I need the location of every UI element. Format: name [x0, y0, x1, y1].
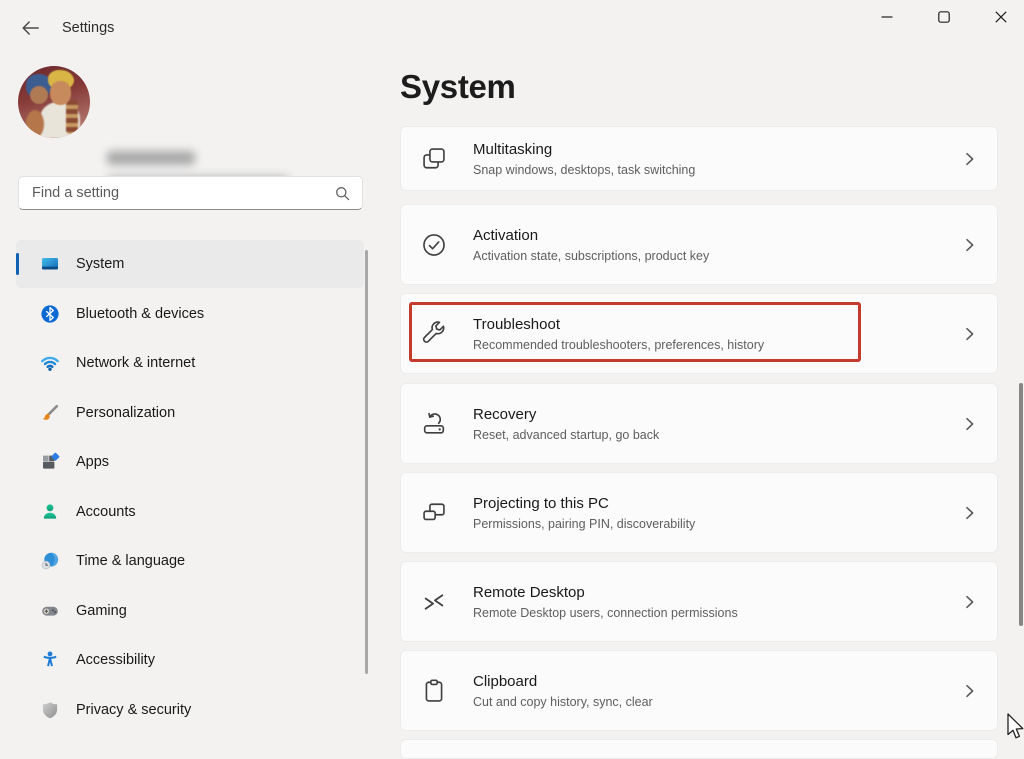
- minimize-icon: [881, 11, 893, 23]
- settings-row-text: Troubleshoot Recommended troubleshooters,…: [473, 315, 962, 353]
- sidebar-item-label: Time & language: [76, 553, 185, 569]
- settings-row-recovery[interactable]: Recovery Reset, advanced startup, go back: [400, 383, 998, 464]
- projection-icon: [420, 499, 448, 527]
- settings-row-subtitle: Reset, advanced startup, go back: [473, 427, 962, 443]
- sidebar-item-privacy-security[interactable]: Privacy & security: [16, 686, 364, 734]
- network-icon: [40, 353, 60, 373]
- settings-row-title: Activation: [473, 226, 962, 245]
- sidebar-item-gaming[interactable]: Gaming: [16, 587, 364, 635]
- sidebar-item-network-internet[interactable]: Network & internet: [16, 339, 364, 387]
- sidebar-item-time-language[interactable]: Time & language: [16, 537, 364, 585]
- time-language-icon: [40, 551, 60, 571]
- settings-row-title: Projecting to this PC: [473, 494, 962, 513]
- avatar: [18, 66, 90, 138]
- clipboard-icon: [420, 677, 448, 705]
- maximize-icon: [938, 11, 950, 23]
- settings-row-title: Troubleshoot: [473, 315, 962, 334]
- settings-row-projecting-to-this-pc[interactable]: Projecting to this PC Permissions, pairin…: [400, 472, 998, 553]
- app-title: Settings: [62, 20, 114, 36]
- sidebar-item-label: Network & internet: [76, 355, 195, 371]
- settings-row-text: Clipboard Cut and copy history, sync, cle…: [473, 672, 962, 710]
- minimize-button[interactable]: [864, 0, 910, 34]
- chevron-right-icon: [962, 151, 978, 167]
- chevron-right-icon: [962, 505, 978, 521]
- gaming-icon: [40, 601, 60, 621]
- sidebar-nav: System Bluetooth & devices Network & inter…: [16, 240, 364, 735]
- sidebar-item-label: System: [76, 256, 124, 272]
- titlebar: Settings: [0, 0, 1024, 40]
- settings-row-subtitle: Permissions, pairing PIN, discoverabilit…: [473, 516, 962, 532]
- settings-row-text: Activation Activation state, subscription…: [473, 226, 962, 264]
- settings-row-subtitle: Remote Desktop users, connection permiss…: [473, 605, 962, 621]
- settings-row-title: Recovery: [473, 405, 962, 424]
- bluetooth-icon: [40, 304, 60, 324]
- sidebar-item-system[interactable]: System: [16, 240, 364, 288]
- multitasking-icon: [420, 145, 448, 173]
- accessibility-icon: [40, 650, 60, 670]
- close-button[interactable]: [978, 0, 1024, 34]
- settings-row-text: Remote Desktop Remote Desktop users, conn…: [473, 583, 962, 621]
- settings-row-text: Recovery Reset, advanced startup, go back: [473, 405, 962, 443]
- privacy-icon: [40, 700, 60, 720]
- back-arrow-icon: [21, 20, 40, 36]
- system-icon: [40, 254, 60, 274]
- settings-row-text: Multitasking Snap windows, desktops, task…: [473, 140, 962, 178]
- chevron-right-icon: [962, 416, 978, 432]
- close-icon: [995, 11, 1007, 23]
- settings-row-multitasking[interactable]: Multitasking Snap windows, desktops, task…: [400, 126, 998, 191]
- sidebar-item-label: Privacy & security: [76, 702, 191, 718]
- settings-row-text: Projecting to this PC Permissions, pairin…: [473, 494, 962, 532]
- mouse-cursor: [1004, 712, 1024, 742]
- chevron-right-icon: [962, 237, 978, 253]
- settings-row-title: Multitasking: [473, 140, 962, 159]
- activation-icon: [420, 231, 448, 259]
- sidebar-item-label: Personalization: [76, 405, 175, 421]
- sidebar-item-bluetooth-devices[interactable]: Bluetooth & devices: [16, 290, 364, 338]
- sidebar-scrollbar[interactable]: [365, 250, 368, 674]
- main-scrollbar[interactable]: [1019, 383, 1023, 626]
- search-icon: [334, 185, 352, 203]
- selected-accent-bar: [16, 253, 19, 275]
- chevron-right-icon: [962, 326, 978, 342]
- sidebar-item-label: Gaming: [76, 603, 127, 619]
- settings-row-troubleshoot[interactable]: Troubleshoot Recommended troubleshooters,…: [400, 293, 998, 374]
- settings-row-subtitle: Recommended troubleshooters, preferences…: [473, 337, 962, 353]
- recovery-icon: [420, 410, 448, 438]
- page-title: System: [400, 68, 516, 106]
- settings-row-subtitle: Snap windows, desktops, task switching: [473, 162, 962, 178]
- sidebar-item-label: Bluetooth & devices: [76, 306, 204, 322]
- accounts-icon: [40, 502, 60, 522]
- sidebar-item-accounts[interactable]: Accounts: [16, 488, 364, 536]
- sidebar-item-apps[interactable]: Apps: [16, 438, 364, 486]
- maximize-button[interactable]: [921, 0, 967, 34]
- personalization-icon: [40, 403, 60, 423]
- remote-desktop-icon: [420, 588, 448, 616]
- sidebar-item-label: Accounts: [76, 504, 136, 520]
- settings-row-clipboard[interactable]: Clipboard Cut and copy history, sync, cle…: [400, 650, 998, 731]
- settings-row-subtitle: Cut and copy history, sync, clear: [473, 694, 962, 710]
- sidebar-item-personalization[interactable]: Personalization: [16, 389, 364, 437]
- settings-row-remote-desktop[interactable]: Remote Desktop Remote Desktop users, conn…: [400, 561, 998, 642]
- user-profile[interactable]: [18, 66, 358, 142]
- sidebar-item-label: Accessibility: [76, 652, 155, 668]
- search-input[interactable]: [19, 177, 362, 209]
- user-name-redacted: [107, 151, 195, 165]
- settings-row-subtitle: Activation state, subscriptions, product…: [473, 248, 962, 264]
- settings-row-activation[interactable]: Activation Activation state, subscription…: [400, 204, 998, 285]
- chevron-right-icon: [962, 683, 978, 699]
- sidebar-item-accessibility[interactable]: Accessibility: [16, 636, 364, 684]
- chevron-right-icon: [962, 594, 978, 610]
- sidebar-item-label: Apps: [76, 454, 109, 470]
- back-button[interactable]: [18, 16, 42, 40]
- troubleshoot-icon: [420, 320, 448, 348]
- settings-row-title: Clipboard: [473, 672, 962, 691]
- search-box: [18, 176, 363, 210]
- settings-row-title: Remote Desktop: [473, 583, 962, 602]
- settings-card-partial: [400, 739, 998, 759]
- apps-icon: [40, 452, 60, 472]
